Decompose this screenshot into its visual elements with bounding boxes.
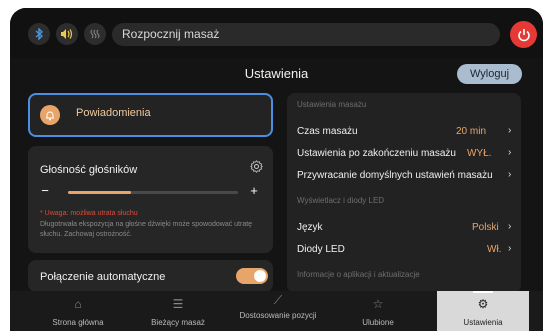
chevron-right-icon: › xyxy=(508,243,512,254)
volume-slider-fill xyxy=(68,191,131,194)
volume-note: Długotrwała ekspozycja na głośne dźwięki… xyxy=(40,221,253,238)
nav-label: Bieżący masaż xyxy=(151,318,205,327)
toggle-knob xyxy=(254,270,266,282)
heat-icon[interactable] xyxy=(84,23,106,45)
recline-icon: ⟋ xyxy=(273,293,283,307)
volume-slider[interactable] xyxy=(68,191,238,194)
nav-label: Ustawienia xyxy=(463,318,503,327)
top-bar: Rozpocznij masaż xyxy=(10,8,543,58)
app-screen: Rozpocznij masaż Ustawienia Wyloguj Powi… xyxy=(10,8,543,331)
volume-title: Głośność głośników xyxy=(40,164,138,176)
volume-card: Głośność głośników − + * Uwaga: możliwa … xyxy=(28,146,273,253)
row-led[interactable]: Diody LED Wł. › xyxy=(287,239,521,261)
nav-label: Ulubione xyxy=(362,318,394,327)
volume-warning: * Uwaga: możliwa utrata słuchu xyxy=(40,210,138,217)
row-label: Diody LED xyxy=(297,244,345,255)
chevron-right-icon: › xyxy=(508,147,512,158)
chevron-right-icon: › xyxy=(508,125,512,136)
row-label: Ustawienia po zakończeniu masażu xyxy=(297,148,456,159)
row-language[interactable]: Język Polski › xyxy=(287,217,521,239)
gear-icon: ⚙ xyxy=(477,297,489,311)
bell-icon xyxy=(40,105,60,125)
volume-increase-button[interactable]: + xyxy=(247,183,261,198)
nav-position[interactable]: ⟋ Dostosowanie pozycji xyxy=(228,291,328,331)
power-icon xyxy=(517,28,530,41)
volume-decrease-button[interactable]: − xyxy=(38,183,52,198)
row-after-massage[interactable]: Ustawienia po zakończeniu masażu WYŁ. › xyxy=(287,143,521,165)
star-icon: ☆ xyxy=(372,297,384,311)
gear-icon[interactable] xyxy=(250,160,263,178)
chevron-right-icon: › xyxy=(508,221,512,232)
nav-favorites[interactable]: ☆ Ulubione xyxy=(328,291,428,331)
start-massage-button[interactable]: Rozpocznij masaż xyxy=(112,23,500,46)
power-button[interactable] xyxy=(510,21,537,48)
row-value: 20 min xyxy=(456,126,487,137)
nav-label: Dostosowanie pozycji xyxy=(239,311,317,320)
bottom-nav: ⌂ Strona główna ☰ Bieżący masaż ⟋ Dostos… xyxy=(10,291,543,331)
auto-connect-toggle[interactable] xyxy=(236,268,268,284)
nav-label: Strona główna xyxy=(52,318,104,327)
nav-home[interactable]: ⌂ Strona główna xyxy=(28,291,128,331)
auto-connect-card: Połączenie automatyczne xyxy=(28,260,273,292)
row-label: Czas masażu xyxy=(297,126,358,137)
active-indicator xyxy=(473,291,493,293)
notifications-card[interactable]: Powiadomienia xyxy=(28,93,273,137)
nav-current-massage[interactable]: ☰ Bieżący masaż xyxy=(128,291,228,331)
logout-button[interactable]: Wyloguj xyxy=(457,64,522,84)
settings-panel: Ustawienia masażu Czas masażu 20 min › U… xyxy=(287,93,521,293)
row-restore-defaults[interactable]: Przywracanie domyślnych ustawień masażu … xyxy=(287,165,521,187)
nav-settings[interactable]: ⚙ Ustawienia xyxy=(437,291,529,331)
row-label: Język xyxy=(297,222,323,233)
row-value: Wł. xyxy=(487,244,502,255)
speaker-icon[interactable] xyxy=(56,23,78,45)
home-icon: ⌂ xyxy=(74,297,82,311)
row-value: Polski xyxy=(472,222,499,233)
row-massage-time[interactable]: Czas masażu 20 min › xyxy=(287,121,521,143)
notifications-label: Powiadomienia xyxy=(76,107,151,119)
bluetooth-icon[interactable] xyxy=(28,23,50,45)
section-heading-display: Wyświetlacz i diody LED xyxy=(297,196,385,205)
auto-connect-label: Połączenie automatyczne xyxy=(40,271,166,283)
sliders-icon: ☰ xyxy=(172,297,184,311)
chevron-right-icon: › xyxy=(508,169,512,180)
section-heading-info: Informacje o aplikacji i aktualizacje xyxy=(297,270,420,279)
section-heading-massage: Ustawienia masażu xyxy=(297,100,367,109)
row-value: WYŁ. xyxy=(467,148,492,159)
row-label: Przywracanie domyślnych ustawień masażu xyxy=(297,170,493,181)
